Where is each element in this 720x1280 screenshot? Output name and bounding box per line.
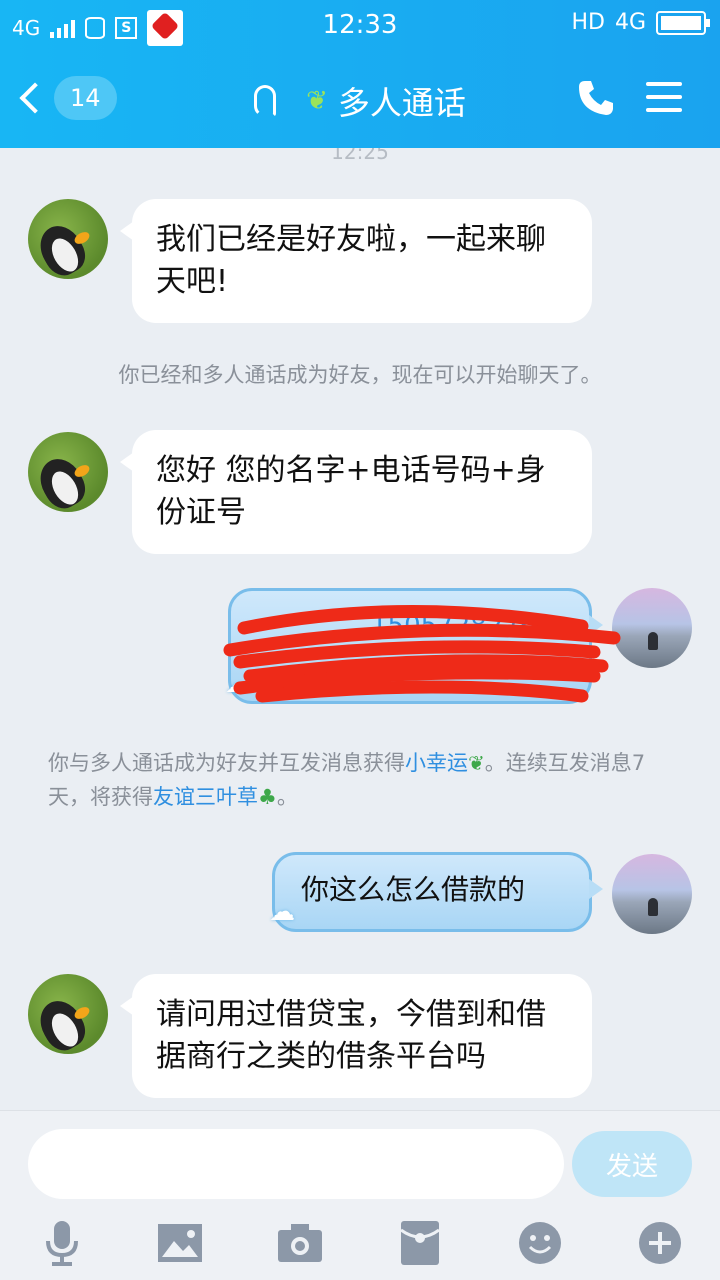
sprout-icon: ❦ xyxy=(468,751,485,775)
system-notice: 你已经和多人通话成为好友，现在可以开始聊天了。 xyxy=(118,363,602,387)
message-bubble[interactable]: 你这么怎么借款的 ☁ xyxy=(269,852,603,932)
message-bubble[interactable]: 请问用过借贷宝，今借到和借据商行之类的借条平台吗 xyxy=(120,974,592,1098)
message-bubble[interactable]: 我们已经是好友啦，一起来聊天吧! xyxy=(120,199,592,323)
sprout-icon: ❦ xyxy=(306,86,328,116)
timestamp: 12:25 xyxy=(331,148,389,164)
camera-icon[interactable] xyxy=(276,1219,324,1267)
avatar[interactable] xyxy=(612,588,692,668)
avatar[interactable] xyxy=(612,854,692,934)
clover-icon: ♣ xyxy=(258,785,277,809)
battery-icon xyxy=(656,10,710,35)
toolbar xyxy=(0,1219,720,1275)
redaction-scribble xyxy=(223,604,621,703)
message-input[interactable] xyxy=(28,1129,564,1199)
nav-bar: 14 ❦ 多人通话 xyxy=(0,58,720,142)
top-bar: 4G S 12:33 HD 4G 14 ❦ 多人通话 xyxy=(0,0,720,148)
menu-icon[interactable] xyxy=(646,82,682,112)
friendship-clover-link[interactable]: 友谊三叶草 xyxy=(153,785,258,809)
image-icon[interactable] xyxy=(156,1219,204,1267)
message-bubble[interactable]: 您好 您的名字+电话号码+身份证号 xyxy=(120,430,592,554)
chat-area[interactable]: 12:25 我们已经是好友啦，一起来聊天吧! 你已经和多人通话成为好友，现在可以… xyxy=(0,148,720,1110)
red-packet-icon[interactable] xyxy=(396,1219,444,1267)
system-notice-reward: 你与多人通话成为好友并互发消息获得小幸运❦。连续互发消息7天，将获得友谊三叶草♣… xyxy=(48,751,646,809)
input-bar: 发送 xyxy=(0,1110,720,1280)
send-button[interactable]: 发送 xyxy=(572,1131,692,1197)
wave-icon: ☁ xyxy=(269,897,295,927)
plus-icon[interactable] xyxy=(636,1219,684,1267)
status-bar: 4G S 12:33 HD 4G xyxy=(0,0,720,50)
microphone-icon[interactable] xyxy=(38,1219,86,1267)
avatar[interactable] xyxy=(28,432,108,512)
avatar[interactable] xyxy=(28,974,108,1054)
network-right-label: 4G xyxy=(614,10,646,35)
hd-label: HD xyxy=(571,10,605,35)
page-title: 多人通话 xyxy=(337,84,466,122)
ear-icon[interactable] xyxy=(254,85,277,117)
emoji-icon[interactable] xyxy=(516,1219,564,1267)
phone-icon[interactable] xyxy=(576,78,616,118)
little-luck-link[interactable]: 小幸运 xyxy=(405,751,468,775)
avatar[interactable] xyxy=(28,199,108,279)
